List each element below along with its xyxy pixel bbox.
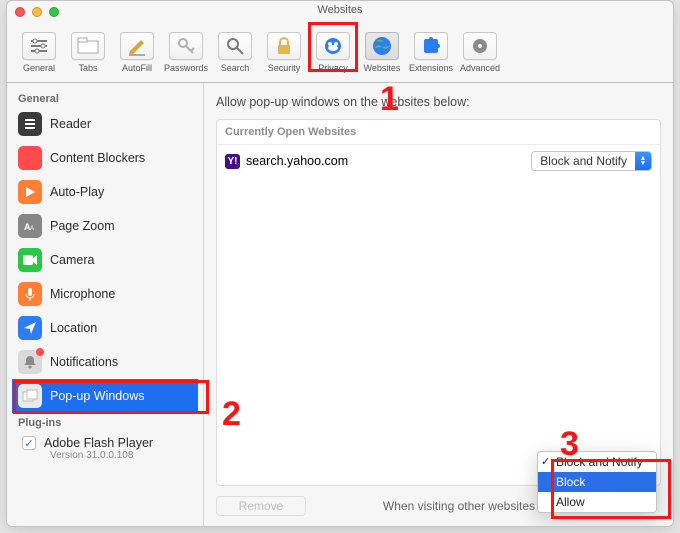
checkbox-icon[interactable]: ✓ — [22, 436, 36, 450]
website-row[interactable]: Y! search.yahoo.com Block and Notify ▲▼ — [217, 145, 660, 177]
reader-icon — [18, 112, 42, 136]
search-icon — [218, 32, 252, 60]
location-icon — [18, 316, 42, 340]
dropdown-option[interactable]: Block and Notify — [538, 452, 656, 472]
sidebar-item-label: Notifications — [50, 355, 118, 369]
sidebar-item-label: Adobe Flash Player — [44, 436, 153, 450]
website-policy-select[interactable]: Block and Notify ▲▼ — [531, 151, 652, 171]
preferences-window: Websites GeneralTabsAutoFillPasswordsSea… — [6, 0, 674, 527]
popup-icon — [18, 384, 42, 408]
zoom-icon: AA — [18, 214, 42, 238]
mic-icon — [18, 282, 42, 306]
toolbar-advanced[interactable]: Advanced — [456, 30, 504, 75]
general-icon — [22, 32, 56, 60]
sidebar-item-reader[interactable]: Reader — [12, 107, 198, 141]
sidebar-item-notifications[interactable]: Notifications — [12, 345, 198, 379]
tabs-icon — [71, 32, 105, 60]
sidebar-item-label: Location — [50, 321, 97, 335]
website-list-frame: Currently Open Websites Y! search.yahoo.… — [216, 119, 661, 486]
titlebar: Websites — [7, 1, 673, 21]
toolbar-general[interactable]: General — [15, 30, 63, 75]
other-websites-dropdown[interactable]: Block and NotifyBlockAllow — [537, 451, 657, 513]
sidebar-item-camera[interactable]: Camera — [12, 243, 198, 277]
security-icon — [267, 32, 301, 60]
currently-open-header: Currently Open Websites — [217, 120, 660, 145]
dropdown-option[interactable]: Allow — [538, 492, 656, 512]
sidebar-item-label: Microphone — [50, 287, 115, 301]
zoom-icon[interactable] — [49, 7, 59, 17]
toolbar-websites[interactable]: Websites — [358, 30, 406, 75]
sidebar-section-header: Plug-ins — [12, 413, 198, 431]
favicon-icon: Y! — [225, 154, 240, 169]
sidebar-item-sublabel: Version 31.0.0.108 — [50, 450, 198, 466]
badge-dot-icon — [36, 348, 44, 356]
camera-icon — [18, 248, 42, 272]
toolbar-search[interactable]: Search — [211, 30, 259, 75]
main-heading: Allow pop-up windows on the websites bel… — [216, 95, 661, 109]
select-label: Block and Notify — [532, 154, 635, 168]
toolbar-tabs[interactable]: Tabs — [64, 30, 112, 75]
sidebar-item-autoplay[interactable]: Auto-Play — [12, 175, 198, 209]
svg-text:A: A — [30, 226, 34, 232]
toolbar-passwords[interactable]: Passwords — [162, 30, 210, 75]
sidebar-item-label: Pop-up Windows — [50, 389, 145, 403]
sidebar-item-content-blk[interactable]: Content Blockers — [12, 141, 198, 175]
window-title: Websites — [317, 4, 362, 16]
bell-icon — [18, 350, 42, 374]
toolbar-security[interactable]: Security — [260, 30, 308, 75]
sidebar-section-header: General — [12, 89, 198, 107]
sidebar-item-pagezoom[interactable]: AA Page Zoom — [12, 209, 198, 243]
sidebar-item-label: Auto-Play — [50, 185, 104, 199]
chevron-up-down-icon: ▲▼ — [635, 152, 651, 170]
play-icon — [18, 180, 42, 204]
sidebar-item-label: Reader — [50, 117, 91, 131]
sidebar: GeneralReaderContent BlockersAuto-PlayAA… — [7, 83, 204, 526]
minimize-icon[interactable] — [32, 7, 42, 17]
sidebar-item-location[interactable]: Location — [12, 311, 198, 345]
sidebar-item-label: Content Blockers — [50, 151, 145, 165]
websites-icon — [365, 32, 399, 60]
remove-button: Remove — [216, 496, 306, 516]
sidebar-item-microphone[interactable]: Microphone — [12, 277, 198, 311]
sidebar-item-popups[interactable]: Pop-up Windows — [12, 379, 198, 413]
toolbar: GeneralTabsAutoFillPasswordsSearchSecuri… — [7, 21, 673, 83]
toolbar-autofill[interactable]: AutoFill — [113, 30, 161, 75]
dropdown-option[interactable]: Block — [538, 472, 656, 492]
traffic-lights — [15, 7, 59, 17]
advanced-icon — [463, 32, 497, 60]
close-icon[interactable] — [15, 7, 25, 17]
toolbar-extensions[interactable]: Extensions — [407, 30, 455, 75]
stop-icon — [18, 146, 42, 170]
toolbar-privacy[interactable]: Privacy — [309, 30, 357, 75]
sidebar-item-label: Camera — [50, 253, 94, 267]
autofill-icon — [120, 32, 154, 60]
privacy-icon — [316, 32, 350, 60]
passwords-icon — [169, 32, 203, 60]
website-domain: search.yahoo.com — [246, 154, 348, 168]
extensions-icon — [414, 32, 448, 60]
sidebar-item-label: Page Zoom — [50, 219, 115, 233]
other-websites-label: When visiting other websites — [383, 499, 535, 513]
